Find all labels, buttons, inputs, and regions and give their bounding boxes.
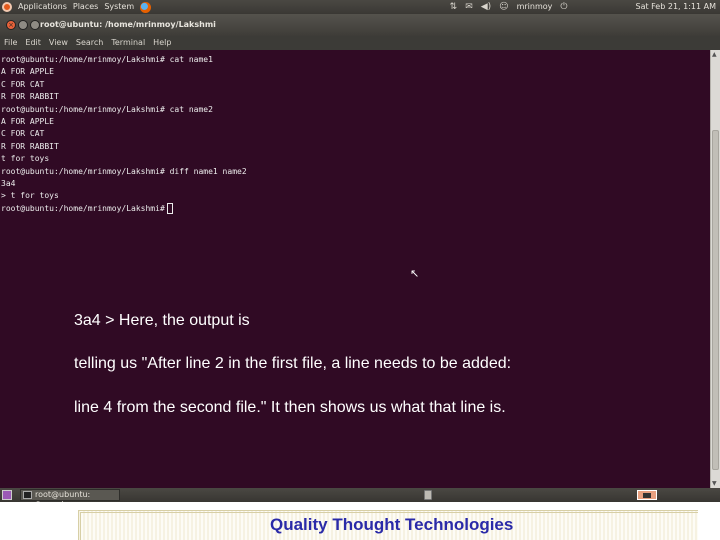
terminal-line: A FOR APPLE: [1, 67, 54, 77]
terminal-line: C FOR CAT: [1, 129, 45, 139]
terminal-line: t for toys: [1, 154, 50, 164]
annotation-line-1: 3a4 > Here, the output is: [74, 312, 250, 329]
user-name[interactable]: mrinmoy: [517, 0, 553, 14]
menu-terminal[interactable]: Terminal: [111, 36, 145, 50]
workspace-window-icon: [643, 493, 651, 498]
window-title: root@ubuntu: /home/mrinmoy/Lakshmi: [40, 20, 216, 29]
text-cursor: [166, 202, 173, 214]
ubuntu-logo-icon[interactable]: [2, 2, 12, 12]
volume-icon[interactable]: ◀): [481, 0, 491, 14]
terminal-line: A FOR APPLE: [1, 117, 54, 127]
menu-edit[interactable]: Edit: [25, 36, 41, 50]
mouse-pointer-icon: ↖: [410, 267, 420, 280]
terminal-line: > t for toys: [1, 191, 59, 201]
bottom-panel: root@ubuntu: /home/...: [0, 488, 720, 509]
annotation-line-3: line 4 from the second file." It then sh…: [74, 399, 506, 416]
annotation-line-2: telling us "After line 2 in the first fi…: [74, 355, 512, 372]
terminal-line: C FOR CAT: [1, 79, 45, 89]
terminal-prompt-line[interactable]: root@ubuntu:/home/mrinmoy/Lakshmi#: [1, 202, 247, 215]
top-panel: Applications Places System ⇅ ✉ ◀) ☺ mrin…: [0, 0, 720, 14]
terminal-scrollbar[interactable]: ▲ ▼: [710, 50, 720, 488]
power-icon[interactable]: ⏻: [560, 0, 567, 14]
taskbar-window-button[interactable]: root@ubuntu: /home/...: [20, 489, 120, 509]
terminal-line: root@ubuntu:/home/mrinmoy/Lakshmi# cat n…: [1, 55, 213, 64]
terminal-line: 3a4: [1, 179, 16, 189]
terminal-line: root@ubuntu:/home/mrinmoy/Lakshmi# diff …: [1, 166, 247, 176]
scroll-down-icon[interactable]: ▼: [712, 480, 717, 487]
menu-help[interactable]: Help: [153, 36, 171, 50]
trash-icon[interactable]: [424, 490, 432, 500]
firefox-launcher-icon[interactable]: [140, 1, 152, 13]
minimize-window-button[interactable]: [18, 20, 28, 30]
workspace-switcher[interactable]: [637, 490, 657, 500]
user-icon: ☺: [499, 2, 509, 12]
places-menu[interactable]: Places: [73, 0, 98, 14]
applications-menu[interactable]: Applications: [18, 0, 67, 14]
close-window-button[interactable]: ×: [6, 20, 16, 30]
menu-file[interactable]: File: [4, 36, 17, 50]
terminal-line: R FOR RABBIT: [1, 92, 59, 102]
terminal-icon: [23, 491, 32, 499]
footer-title: Quality Thought Technologies: [270, 515, 514, 534]
terminal-output: root@ubuntu:/home/mrinmoy/Lakshmi# cat n…: [1, 54, 247, 215]
maximize-window-button[interactable]: [30, 20, 40, 30]
menu-view[interactable]: View: [49, 36, 68, 50]
scroll-up-icon[interactable]: ▲: [712, 51, 717, 58]
window-title-bar[interactable]: × root@ubuntu: /home/mrinmoy/Lakshmi: [0, 14, 720, 36]
clock[interactable]: Sat Feb 21, 1:11 AM: [635, 0, 716, 14]
terminal-view[interactable]: root@ubuntu:/home/mrinmoy/Lakshmi# cat n…: [0, 50, 710, 488]
network-icon[interactable]: ⇅: [450, 0, 458, 14]
terminal-line: root@ubuntu:/home/mrinmoy/Lakshmi# cat n…: [1, 104, 213, 114]
scrollbar-thumb[interactable]: [712, 130, 719, 470]
system-menu[interactable]: System: [104, 0, 134, 14]
mail-icon[interactable]: ✉: [465, 0, 473, 14]
menu-search[interactable]: Search: [76, 36, 103, 50]
menu-bar: File Edit View Search Terminal Help: [0, 36, 720, 50]
terminal-prompt: root@ubuntu:/home/mrinmoy/Lakshmi#: [1, 203, 165, 213]
show-desktop-icon[interactable]: [2, 490, 12, 500]
terminal-line: R FOR RABBIT: [1, 141, 59, 151]
